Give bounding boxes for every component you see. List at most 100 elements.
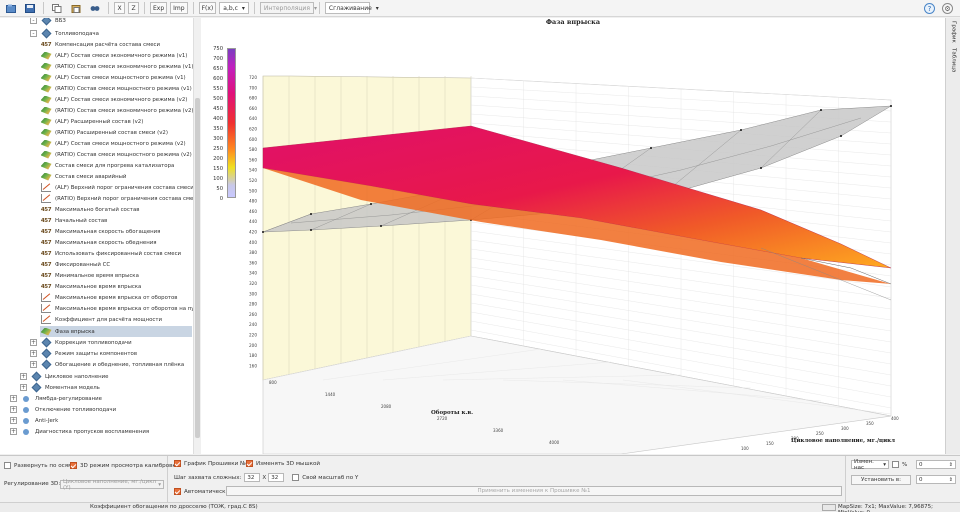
tree-item[interactable]: (RATIO) Расширенный состав смеси (v2)	[40, 127, 168, 138]
settings-icon[interactable]: ⚙	[942, 3, 953, 14]
z-button[interactable]: Z	[128, 2, 139, 14]
tree-item[interactable]: Состав смеси аварийный	[40, 171, 126, 182]
change-3d-mouse-checkbox[interactable]: Изменять 3D мышкой	[246, 460, 320, 467]
tree-item[interactable]: 457 Компенсация расчёта состава смеси	[40, 39, 160, 50]
checkbox[interactable]	[892, 461, 899, 468]
tree-item[interactable]: 457 Максимальная скорость обогащения	[40, 226, 161, 237]
tree-scrollbar-thumb[interactable]	[195, 98, 200, 438]
tree-item[interactable]: + Диагностика пропусков воспламенения	[10, 426, 149, 437]
z-tick-label: 240	[249, 322, 257, 327]
tree-item[interactable]: 457 Минимальное время впрыска	[40, 270, 139, 281]
percent-checkbox[interactable]: %	[892, 461, 907, 468]
expand-icon[interactable]: +	[10, 395, 17, 402]
bottom-panel: Развернуть по осям 3D режим просмотра ка…	[0, 455, 960, 503]
set-to-input[interactable]: 0 ⇕	[916, 475, 956, 484]
change-mode-dropdown[interactable]: Измен. нас ▾	[851, 459, 889, 471]
tree-item[interactable]: Максимальное время впрыска от оборотов н…	[40, 303, 199, 314]
regulation-dropdown[interactable]: Цикловое наполнение, мг./цикл (Y) ▾	[60, 479, 164, 491]
search-icon[interactable]	[87, 2, 103, 14]
tree-item[interactable]: + Anti-Jerk	[10, 415, 58, 426]
tree-item[interactable]: (RATIO) Состав смеси экономичного режима…	[40, 105, 194, 116]
tree-scrollbar[interactable]	[193, 18, 200, 454]
tree-item[interactable]: (RATIO) Верхний порог ограничения состав…	[40, 193, 199, 204]
checkbox-checked[interactable]	[174, 460, 181, 467]
tree-item[interactable]: 457 Фиксированный СС	[40, 259, 110, 270]
tree-item[interactable]: + Моментная модель	[20, 382, 100, 393]
tree-item[interactable]: (ALF) Состав смеси экономичного режима (…	[40, 50, 187, 61]
open-icon[interactable]	[3, 2, 19, 14]
spinner-icon[interactable]: ⇕	[949, 462, 953, 468]
tree-item[interactable]: + Цикловое наполнение	[20, 371, 108, 382]
change-value-input[interactable]: 0 ⇕	[916, 460, 956, 469]
abc-dropdown[interactable]: a,b,c ▾	[219, 2, 249, 14]
auto-checkbox[interactable]: Автоматически	[174, 488, 229, 495]
own-scale-checkbox[interactable]	[292, 474, 300, 481]
paste-icon[interactable]	[68, 2, 84, 14]
tree-item[interactable]: + Режим защиты компонентов	[30, 348, 137, 359]
view-3d-checkbox[interactable]: 3D режим просмотра калибровки	[70, 462, 179, 469]
help-button[interactable]: ?	[924, 3, 935, 14]
chart-panel[interactable]: Фаза впрыска 750 700 650 600 550 500 450 400 350…	[201, 18, 945, 454]
tree-item[interactable]: (ALF) Верхний порог ограничения состава …	[40, 182, 194, 193]
collapse-icon[interactable]: -	[30, 30, 37, 37]
view-3d-label: 3D режим просмотра калибровки	[80, 462, 180, 469]
tree-item[interactable]: + Отключение топливоподачи	[10, 404, 116, 415]
expand-axes-checkbox[interactable]: Развернуть по осям	[4, 462, 72, 469]
tree-item[interactable]: 457 Начальный состав	[40, 215, 107, 226]
tree-item[interactable]: Состав смеси для прогрева катализатора	[40, 160, 174, 171]
expand-icon[interactable]: +	[30, 350, 37, 357]
tree-item[interactable]: 457 Максимальная скорость обеднения	[40, 237, 157, 248]
copy-icon[interactable]	[49, 2, 65, 14]
x-button[interactable]: X	[114, 2, 125, 14]
expand-icon[interactable]: +	[10, 417, 17, 424]
tree-item[interactable]: (ALF) Состав смеси экономичного режима (…	[40, 94, 187, 105]
set-to-button[interactable]: Установить в:	[851, 475, 911, 485]
toolbar-separator	[43, 2, 44, 14]
tree-item[interactable]: + Коррекция топливоподачи	[30, 337, 132, 348]
checkbox-checked[interactable]	[174, 488, 181, 495]
tree-item[interactable]: (ALF) Состав смеси мощностного режима (v…	[40, 138, 186, 149]
tree-item[interactable]: (ALF) Состав смеси мощностного режима (v…	[40, 72, 186, 83]
expand-icon[interactable]: +	[20, 384, 27, 391]
tab-graph[interactable]: График	[948, 21, 959, 43]
tree-item[interactable]: + Лямбда-регулирование	[10, 393, 102, 404]
checkbox[interactable]	[4, 462, 11, 469]
tree-item[interactable]: - Топливоподача	[30, 28, 99, 39]
expand-icon[interactable]: +	[20, 373, 27, 380]
export-button[interactable]: Exp	[150, 2, 168, 14]
save-icon[interactable]	[22, 2, 38, 14]
function-button[interactable]: F(x)	[198, 2, 217, 14]
tree-item[interactable]: 457 Максимально богатый состав	[40, 204, 140, 215]
checkbox-checked[interactable]	[246, 460, 253, 467]
tree-item[interactable]: - ВБЗ	[30, 18, 66, 26]
grid-step-x-input[interactable]: 32	[244, 473, 261, 482]
tree-item[interactable]: (RATIO) Состав смеси мощностного режима …	[40, 83, 192, 94]
tree-item[interactable]: Фаза впрыска	[40, 326, 192, 337]
tree-item[interactable]: (ALF) Расширенный состав (v2)	[40, 116, 143, 127]
tree-item[interactable]: 457 Использовать фиксированный состав сме…	[40, 248, 181, 259]
smoothing-dropdown[interactable]: Сглаживание ▾	[324, 2, 379, 14]
import-button[interactable]: Imp	[170, 2, 188, 14]
expand-icon[interactable]: +	[30, 361, 37, 368]
interpolation-dropdown[interactable]: Интерполяция ▾	[259, 2, 317, 14]
checkbox-checked[interactable]	[70, 462, 77, 469]
surface-plot[interactable]: 720 700 680 660 640 620 600 580 560 540 520 500 480 4…	[201, 18, 945, 454]
expand-icon[interactable]: +	[10, 428, 17, 435]
apply-button[interactable]: Применить изменения к Прошивке №1	[226, 486, 842, 496]
tree-item[interactable]: (RATIO) Состав смеси мощностного режима …	[40, 149, 192, 160]
grid-step-y-input[interactable]: 32	[268, 473, 285, 482]
tree-item[interactable]: (RATIO) Состав смеси экономичного режима…	[40, 61, 194, 72]
spinner-icon[interactable]: ⇕	[949, 477, 953, 483]
tab-table[interactable]: Таблица	[948, 48, 959, 72]
tree-item[interactable]: + Обогащение и обеднение, топливная плёнк…	[30, 359, 184, 370]
tree-item[interactable]: Максимальное время впрыска от оборотов	[40, 292, 177, 303]
expand-icon[interactable]: +	[10, 406, 17, 413]
tree-item[interactable]: 457 Максимальное время впрыска	[40, 281, 142, 292]
surface-point	[370, 203, 372, 205]
tree-item[interactable]: Коэффициент для расчёта мощности	[40, 314, 162, 325]
surface-point	[310, 213, 312, 215]
graph-firmware-checkbox[interactable]: График Прошивки №2	[174, 460, 249, 467]
collapse-icon[interactable]: -	[30, 18, 37, 24]
constant-icon: 457	[40, 41, 52, 48]
expand-icon[interactable]: +	[30, 339, 37, 346]
